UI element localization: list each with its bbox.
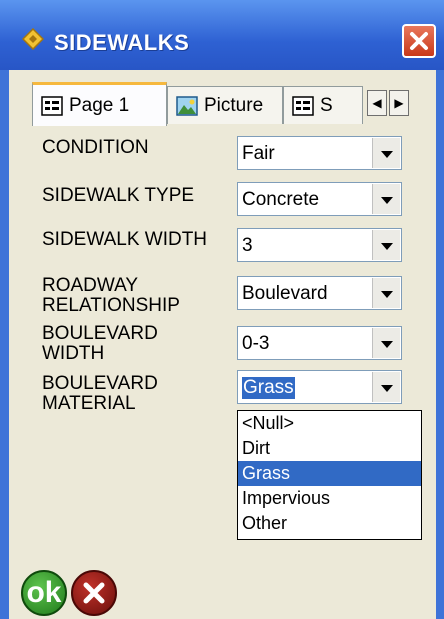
cancel-button[interactable] xyxy=(71,570,117,616)
dropdown-option-impervious[interactable]: Impervious xyxy=(238,486,421,511)
window-title: SIDEWALKS xyxy=(54,30,190,55)
close-icon xyxy=(410,32,428,50)
boulevard-width-label: BOULEVARD WIDTH xyxy=(42,324,158,364)
chevron-down-icon[interactable] xyxy=(372,278,400,308)
dropdown-option-null[interactable]: <Null> xyxy=(238,411,421,436)
sidewalk-width-select[interactable]: 3 xyxy=(237,228,402,262)
sidewalk-type-label: SIDEWALK TYPE xyxy=(42,186,195,206)
chevron-down-icon[interactable] xyxy=(372,372,400,402)
arrow-left-icon: ◀ xyxy=(372,96,382,110)
tab-s[interactable]: S xyxy=(283,86,363,124)
tab-page-1[interactable]: Page 1 xyxy=(32,82,167,126)
app-icon xyxy=(22,28,44,50)
chevron-down-icon[interactable] xyxy=(372,138,400,168)
boulevard-material-select[interactable]: Grass xyxy=(237,370,402,404)
condition-value: Fair xyxy=(242,143,275,164)
button-bar: ok xyxy=(9,570,436,619)
sidewalk-width-label: SIDEWALK WIDTH xyxy=(42,230,208,250)
close-icon xyxy=(83,582,105,604)
boulevard-material-dropdown-list: <Null> Dirt Grass Impervious Other xyxy=(237,410,422,540)
tab-label: Picture xyxy=(204,94,264,116)
sidewalk-type-value: Concrete xyxy=(242,189,320,210)
picture-icon xyxy=(176,95,198,116)
tab-picture[interactable]: Picture xyxy=(167,86,283,124)
tab-label: Page 1 xyxy=(69,94,130,116)
chevron-down-icon[interactable] xyxy=(372,184,400,214)
condition-select[interactable]: Fair xyxy=(237,136,402,170)
tab-scroll-right-button[interactable]: ▶ xyxy=(389,90,409,116)
boulevard-width-value: 0-3 xyxy=(242,333,270,354)
dropdown-option-dirt[interactable]: Dirt xyxy=(238,436,421,461)
boulevard-material-label: BOULEVARD MATERIAL xyxy=(42,374,158,414)
chevron-down-icon[interactable] xyxy=(372,230,400,260)
boulevard-material-value: Grass xyxy=(242,377,295,399)
form-icon xyxy=(292,95,314,116)
arrow-right-icon: ▶ xyxy=(394,96,404,110)
boulevard-width-select[interactable]: 0-3 xyxy=(237,326,402,360)
chevron-down-icon[interactable] xyxy=(372,328,400,358)
form-icon xyxy=(41,95,63,116)
close-button[interactable] xyxy=(402,24,436,58)
ok-button[interactable]: ok xyxy=(21,570,67,616)
condition-label: CONDITION xyxy=(42,138,149,158)
tab-scroll-left-button[interactable]: ◀ xyxy=(367,90,387,116)
roadway-relationship-label: ROADWAY RELATIONSHIP xyxy=(42,276,180,316)
tab-strip: Page 1 Picture S ◀ ▶ xyxy=(9,70,436,130)
dropdown-option-other[interactable]: Other xyxy=(238,511,421,536)
sidewalk-width-value: 3 xyxy=(242,235,253,256)
sidewalk-type-select[interactable]: Concrete xyxy=(237,182,402,216)
sidewalks-window: SIDEWALKS Page 1 Picture S ◀ ▶ CONDITION… xyxy=(0,0,444,619)
tab-label: S xyxy=(320,94,333,116)
dialog-body: Page 1 Picture S ◀ ▶ CONDITION Fair SIDE… xyxy=(9,70,436,619)
dropdown-option-grass[interactable]: Grass xyxy=(238,461,421,486)
roadway-relationship-select[interactable]: Boulevard xyxy=(237,276,402,310)
title-bar[interactable]: SIDEWALKS xyxy=(0,0,444,70)
roadway-relationship-value: Boulevard xyxy=(242,283,328,304)
